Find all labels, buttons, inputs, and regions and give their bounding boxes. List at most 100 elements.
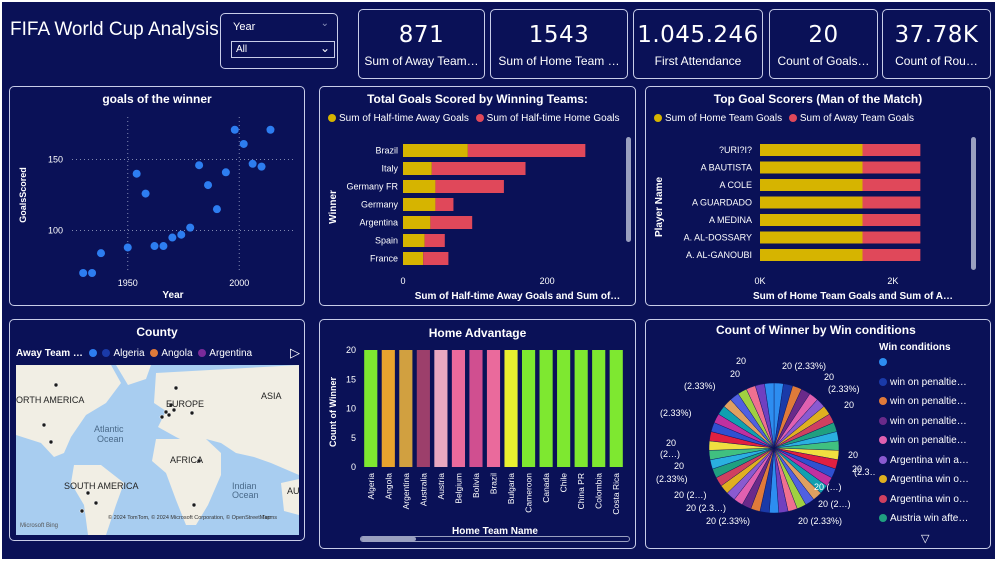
scatter-point (123, 243, 132, 252)
bar (592, 350, 606, 467)
kpi-label: Sum of Home Team … (498, 54, 620, 68)
legend-item[interactable]: Argentina win a… (879, 455, 989, 475)
pie-data-label: 20 (2…) (674, 490, 707, 500)
bar (539, 350, 553, 467)
scatter-point (212, 205, 221, 214)
kpi-label: Count of Rou… (895, 54, 978, 68)
dashboard-canvas: FIFA World Cup Analysis Year ⌄ All ⌄ 871… (2, 2, 995, 559)
category-label: Canada (541, 473, 551, 503)
legend-item[interactable] (879, 357, 989, 377)
world-map[interactable]: ORTH AMERICA Atlantic Ocean EUROPE ASIA … (16, 365, 299, 535)
bar-segment (760, 161, 863, 174)
pie-data-label: (2.33%) (684, 381, 716, 391)
scrollbar-thumb[interactable] (361, 537, 416, 541)
legend-item[interactable]: Argentina win o… (879, 474, 989, 494)
category-label: Bolivia (471, 473, 481, 498)
scrollbar[interactable] (971, 137, 976, 270)
map-point (41, 422, 47, 428)
scrollbar[interactable] (626, 137, 631, 242)
kpi-card-away-team: 871 Sum of Away Team… (358, 9, 485, 79)
legend-item[interactable]: Angola (150, 348, 193, 359)
chevron-down-icon[interactable]: ▽ (921, 532, 929, 545)
pie-data-label: 20 (736, 356, 746, 366)
map-panel: County Away Team … Algeria Angola Argent… (9, 319, 305, 541)
y-tick-label: 15 (346, 374, 356, 384)
category-label: A GUARDADO (692, 198, 752, 208)
bar-segment (862, 144, 921, 156)
legend-item[interactable]: win on penaltie… (879, 396, 989, 416)
legend-label: win on penaltie… (890, 376, 967, 388)
category-label: Austria (436, 473, 446, 500)
bar-segment (760, 179, 863, 191)
category-label: Costa Rica (611, 473, 621, 515)
slicer-label: Year (233, 21, 256, 33)
map-attribution: © 2024 TomTom, © 2024 Microsoft Corporat… (108, 514, 270, 521)
play-icon[interactable]: ▷ (290, 345, 300, 361)
bar (364, 350, 378, 467)
pie-data-label: (2.33%) (828, 384, 860, 394)
y-tick-label: 150 (48, 155, 63, 165)
map-point (173, 385, 179, 391)
scatter-point (141, 189, 150, 198)
scatter-point (159, 242, 168, 251)
pie-data-label: 20 (2…) (818, 499, 851, 509)
kpi-label: Count of Goals… (777, 54, 870, 68)
x-tick-label: 200 (540, 276, 555, 286)
bar-segment (862, 214, 921, 226)
scatter-point (195, 161, 204, 170)
legend-item[interactable]: win on penaltie… (879, 435, 989, 455)
scatter-point (150, 242, 159, 251)
chevron-down-icon[interactable]: ⌄ (321, 18, 329, 29)
map-label: Ocean (97, 434, 124, 444)
legend-item[interactable]: Austria win afte… (879, 513, 989, 533)
year-slicer[interactable]: Year ⌄ All ⌄ (220, 13, 338, 69)
bar-segment (760, 196, 863, 209)
category-label: France (370, 254, 398, 264)
legend-label: Argentina win o… (890, 474, 969, 485)
map-point (93, 500, 99, 506)
scatter-point (88, 269, 97, 277)
scatter-point (248, 159, 257, 168)
legend-title: Win conditions (879, 342, 951, 353)
legend-item[interactable]: win on penaltie… (879, 377, 989, 397)
legend-item[interactable] (88, 348, 100, 359)
legend-label: Austria win afte… (890, 513, 969, 524)
pie-data-label: 20 (824, 372, 834, 382)
legend-item[interactable]: Argentina win o… (879, 494, 989, 514)
bar-segment (403, 252, 424, 265)
bar (486, 350, 501, 467)
category-label: A BAUTISTA (701, 163, 752, 173)
slicer-dropdown[interactable]: All ⌄ (231, 41, 335, 58)
category-label: Germany (361, 200, 399, 210)
bar-segment (403, 180, 436, 193)
x-tick-label: 0K (754, 276, 765, 286)
category-label: China PR (576, 473, 586, 509)
horizontal-scrollbar[interactable] (360, 536, 630, 542)
scatter-point (266, 125, 275, 134)
map-terms[interactable]: Terms (262, 515, 277, 521)
x-tick-label: 1950 (118, 278, 138, 288)
legend-item[interactable]: Algeria (102, 348, 145, 359)
bar-segment (467, 144, 586, 157)
scatter-point (204, 181, 213, 190)
legend-item[interactable]: win on penaltie… (879, 416, 989, 436)
scatter-point (168, 233, 177, 242)
pie-data-label: 20 (2.33%) (798, 516, 842, 526)
scatter-point (186, 223, 195, 232)
map-point (85, 490, 91, 496)
kpi-value: 1.045.246 (637, 22, 759, 48)
home-advantage-panel: Home Advantage 0 5 10 15 20 Algeria Angola Arge… (319, 319, 636, 549)
win-conditions-panel: Count of Winner by Win conditions 20 20 (… (645, 319, 991, 549)
legend-label: Argentina (209, 348, 253, 359)
pie-data-label: 20 (2.33%) (706, 516, 750, 526)
category-label: A. AL-DOSSARY (684, 233, 752, 243)
legend-item[interactable]: Argentina (198, 348, 252, 359)
bar-segment (760, 144, 863, 156)
pie-data-label: (2.33%) (656, 474, 688, 484)
y-tick-label: 10 (346, 404, 356, 414)
y-tick-label: 0 (351, 462, 356, 472)
category-label: Cameroon (524, 473, 534, 513)
category-label: Argentina (401, 473, 411, 510)
bar-segment (403, 144, 468, 157)
top-scorers-panel: Top Goal Scorers (Man of the Match) Sum … (645, 86, 991, 306)
